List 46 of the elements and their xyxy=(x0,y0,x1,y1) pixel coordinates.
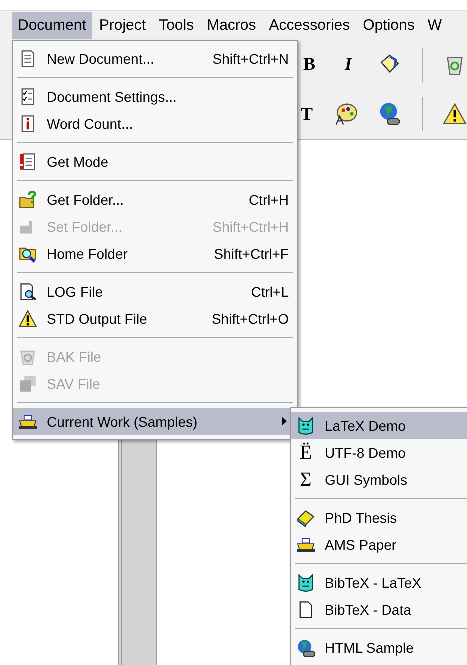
folder-question-icon xyxy=(19,190,37,208)
symbol-glyph: Σ xyxy=(300,470,312,490)
alert-document-icon xyxy=(19,152,37,170)
format-button[interactable]: B xyxy=(300,52,319,78)
symbol-glyph: Ë xyxy=(300,442,312,462)
menu-item[interactable]: Home Folder Shift+Ctrl+F xyxy=(13,240,297,267)
stacked-windows-icon xyxy=(19,374,37,392)
typewriter-icon xyxy=(19,412,37,430)
palette-icon[interactable] xyxy=(334,102,358,126)
menu-item[interactable]: LOG File Ctrl+L xyxy=(13,278,297,305)
warning-icon xyxy=(19,310,37,328)
menu-item[interactable]: PhD Thesis xyxy=(291,504,467,531)
menu-item[interactable]: Document Settings... xyxy=(13,83,297,110)
menu-bar-item[interactable]: Document xyxy=(12,12,92,39)
menu-bar-item[interactable]: Macros xyxy=(201,12,262,39)
menu-item[interactable]: BibTeX - LaTeX xyxy=(291,569,467,596)
menu-item[interactable]: Ë UTF-8 Demo xyxy=(291,439,467,466)
menu-item[interactable]: BibTeX - Data xyxy=(291,596,467,623)
menu-item[interactable]: STD Output File Shift+Ctrl+O xyxy=(13,305,297,332)
menu-bar-item[interactable]: W xyxy=(422,12,448,39)
checklist-icon xyxy=(19,88,37,106)
menu-bar-item[interactable]: Accessories xyxy=(263,12,356,39)
menu-item[interactable]: Σ GUI Symbols xyxy=(291,466,467,493)
menu-item[interactable]: HTML Sample xyxy=(291,634,467,661)
menu-item[interactable]: Word Count... xyxy=(13,110,297,137)
menu-item[interactable]: AMS Paper xyxy=(291,531,467,558)
menu-item[interactable]: New Document... Shift+Ctrl+N xyxy=(13,45,297,72)
book-icon xyxy=(297,508,315,526)
globe-icon[interactable] xyxy=(378,102,402,126)
globe-icon xyxy=(297,638,315,656)
warning-icon[interactable] xyxy=(443,102,467,126)
typewriter-icon xyxy=(297,536,315,554)
menu-bar-item[interactable]: Options xyxy=(357,12,421,39)
format-button[interactable]: I xyxy=(339,52,358,78)
menu-item[interactable]: Get Folder... Ctrl+H xyxy=(13,186,297,213)
menu-item[interactable]: Get Mode xyxy=(13,148,297,175)
format-button[interactable]: T xyxy=(300,101,314,128)
document-icon xyxy=(19,50,37,68)
info-document-icon xyxy=(19,114,37,132)
animal-face-icon xyxy=(297,574,315,592)
menu-item[interactable]: LaTeX Demo xyxy=(291,412,467,439)
blank-page-icon xyxy=(297,600,315,618)
menu-bar-item[interactable]: Project xyxy=(93,12,152,39)
animal-face-icon xyxy=(297,416,315,434)
magnifier-document-icon xyxy=(19,282,37,300)
menu-bar-item[interactable]: Tools xyxy=(153,12,200,39)
